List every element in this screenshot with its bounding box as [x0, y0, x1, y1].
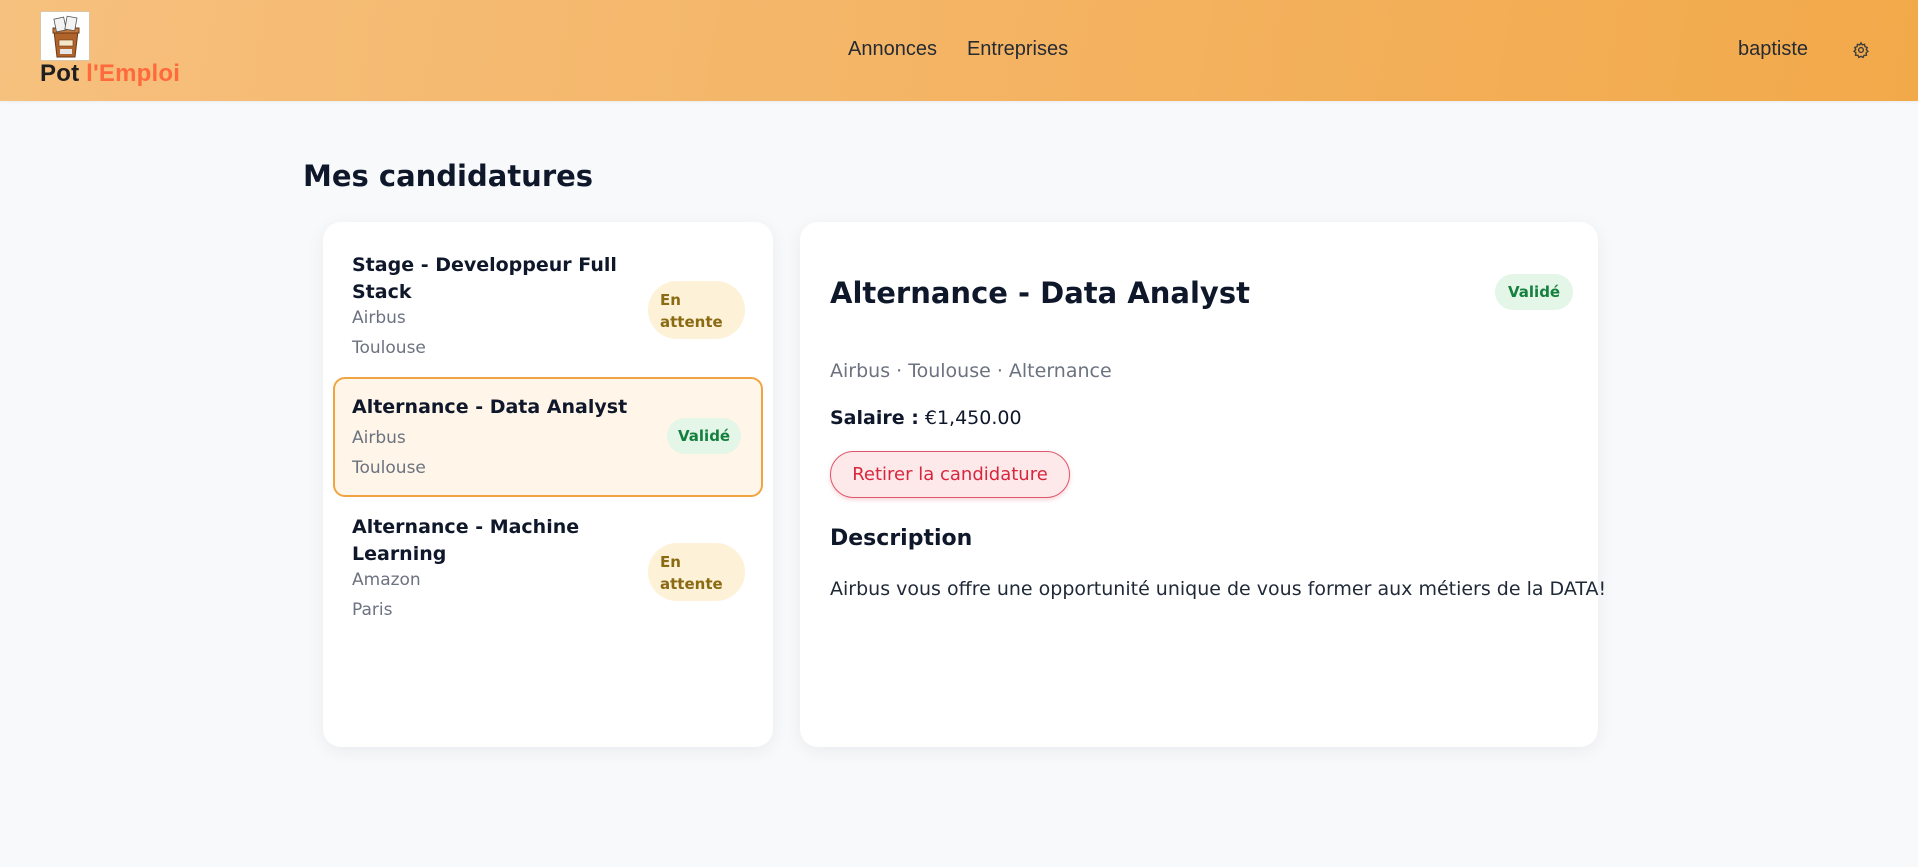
application-company: Airbus — [352, 428, 406, 448]
top-navbar: Pot l'Emploi Annonces Entreprises baptis… — [0, 0, 1918, 101]
application-title: Stage - Developpeur Full Stack — [352, 254, 617, 303]
page-title: Mes candidatures — [303, 159, 594, 193]
nav-link-annonces[interactable]: Annonces — [848, 38, 937, 61]
salary: Salaire : €1,450.00 — [830, 407, 1022, 429]
withdraw-application-button[interactable]: Retirer la candidature — [830, 451, 1070, 498]
user-name-link[interactable]: baptiste — [1738, 38, 1808, 61]
application-item[interactable]: Alternance - Machine Learning Amazon Par… — [333, 508, 763, 628]
detail-meta: Airbus · Toulouse · Alternance — [830, 360, 1112, 382]
detail-title: Alternance - Data Analyst — [830, 276, 1250, 310]
application-city: Toulouse — [352, 458, 426, 478]
applications-list: Stage - Developpeur Full Stack Airbus To… — [323, 222, 773, 747]
status-badge: En attente — [648, 281, 745, 339]
main-nav: Annonces Entreprises — [848, 38, 1068, 61]
application-city: Toulouse — [352, 338, 426, 358]
status-badge: Validé — [667, 418, 742, 454]
logo-image[interactable] — [40, 11, 90, 61]
nav-link-entreprises[interactable]: Entreprises — [967, 38, 1068, 61]
application-company: Amazon — [352, 570, 421, 590]
description-text: Airbus vous offre une opportunité unique… — [830, 578, 1607, 600]
gear-icon[interactable] — [1852, 41, 1870, 59]
status-badge: En attente — [648, 543, 745, 601]
application-title: Alternance - Data Analyst — [352, 396, 628, 418]
application-company: Airbus — [352, 308, 406, 328]
salary-value: €1,450.00 — [924, 407, 1022, 429]
application-item-selected[interactable]: Alternance - Data Analyst Airbus Toulous… — [333, 377, 763, 497]
application-city: Paris — [352, 600, 393, 620]
brand-part-1: Pot — [40, 60, 80, 87]
brand-part-2: l'Emploi — [86, 60, 181, 87]
status-badge: Validé — [1495, 274, 1574, 310]
application-detail: Alternance - Data Analyst Validé Airbus … — [800, 222, 1606, 747]
description-heading: Description — [830, 526, 973, 551]
application-item[interactable]: Stage - Developpeur Full Stack Airbus To… — [333, 246, 763, 358]
salary-label: Salaire : — [830, 407, 919, 429]
brand-logo-text[interactable]: Pot l'Emploi — [40, 60, 180, 88]
application-title: Alternance - Machine Learning — [352, 516, 580, 565]
